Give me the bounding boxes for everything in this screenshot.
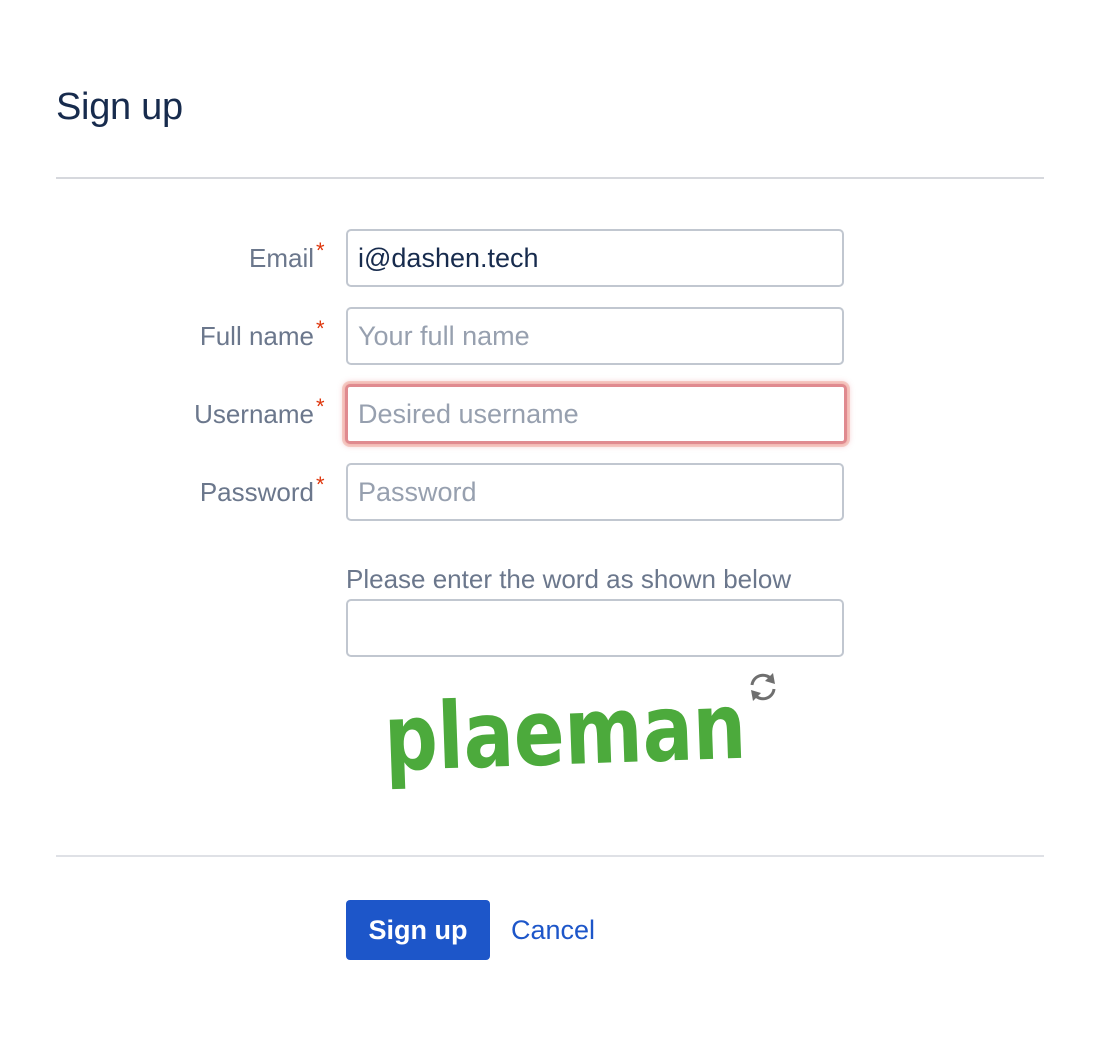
full-name-label: Full name <box>199 321 314 351</box>
refresh-icon[interactable] <box>744 668 782 706</box>
page-title: Sign up <box>56 86 183 128</box>
username-required-marker: * <box>316 394 325 419</box>
cancel-link[interactable]: Cancel <box>511 912 595 948</box>
captcha-prompt: Please enter the word as shown below <box>346 564 792 594</box>
captcha-word: plaeman <box>382 673 748 792</box>
username-field[interactable] <box>345 384 847 444</box>
footer-divider <box>56 855 1044 857</box>
header-divider <box>56 177 1044 179</box>
full-name-required-marker: * <box>316 316 325 341</box>
email-field[interactable] <box>346 229 844 287</box>
captcha-image: plaeman <box>380 672 750 792</box>
sign-up-button[interactable]: Sign up <box>346 900 490 960</box>
password-field[interactable] <box>346 463 844 521</box>
captcha-input[interactable] <box>346 599 844 657</box>
password-required-marker: * <box>316 472 325 497</box>
password-label: Password <box>199 477 314 507</box>
email-label: Email <box>248 243 314 273</box>
full-name-field[interactable] <box>346 307 844 365</box>
email-required-marker: * <box>316 238 325 263</box>
username-label: Username <box>194 399 314 429</box>
